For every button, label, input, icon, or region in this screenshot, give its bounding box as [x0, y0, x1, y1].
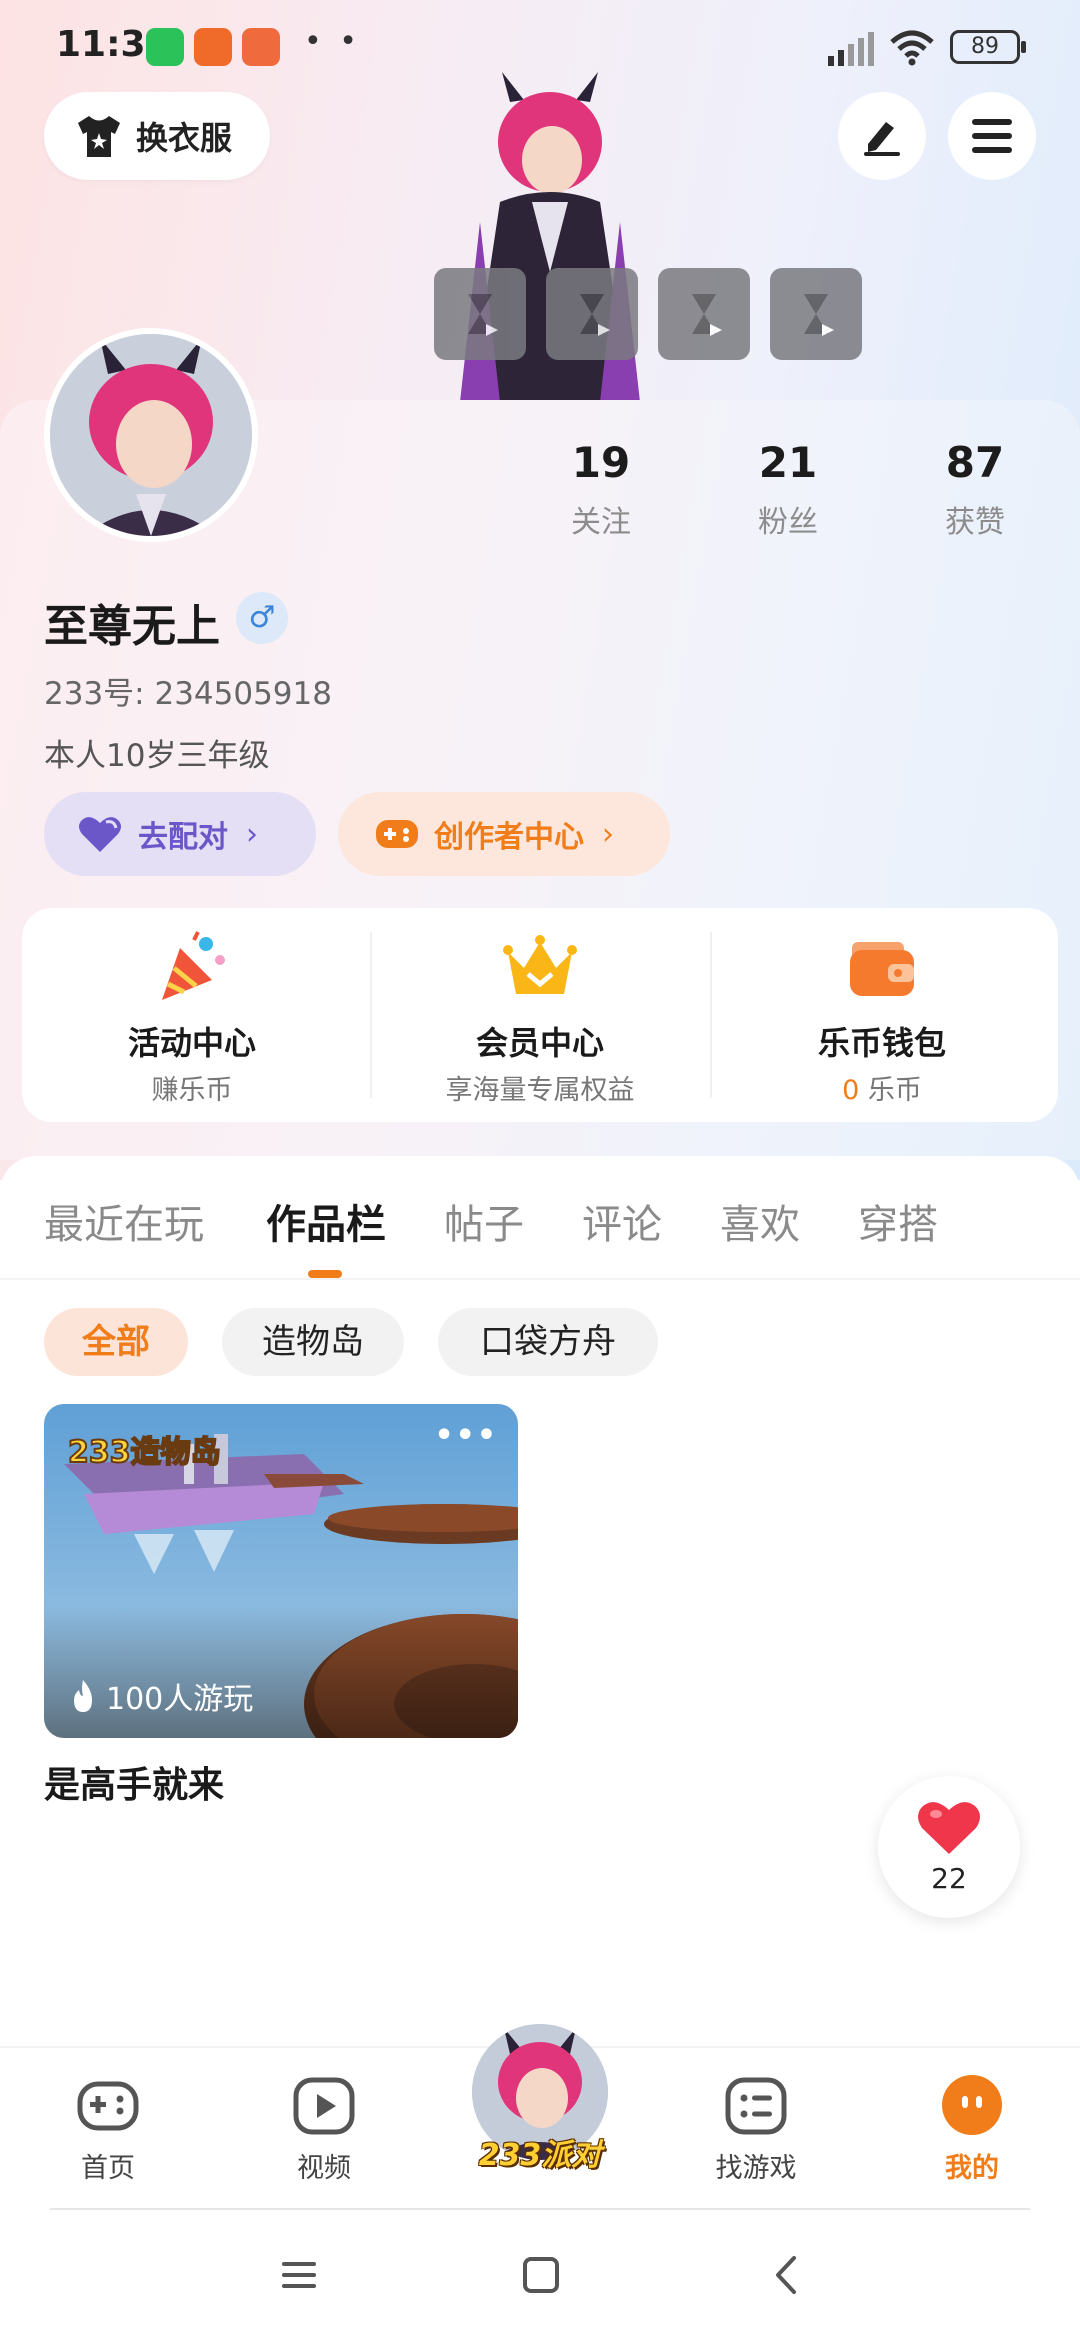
recent-apps-icon[interactable] [274, 2250, 324, 2300]
bio: 本人10岁三年级 [44, 738, 270, 774]
tab-comments[interactable]: 评论 [582, 1192, 662, 1250]
avatar-image [50, 334, 252, 536]
more-options-icon[interactable]: ••• [434, 1418, 498, 1453]
heart-icon [79, 817, 121, 852]
gamepad-icon [376, 820, 418, 848]
like-button[interactable]: 22 [878, 1776, 1020, 1918]
hourglass-play-icon [580, 294, 610, 336]
change-outfit-button[interactable]: 换衣服 [44, 92, 270, 180]
tabs-divider [0, 1278, 1080, 1280]
outfit-video-thumb[interactable] [546, 268, 638, 360]
outfit-video-thumb[interactable] [770, 268, 862, 360]
work-title[interactable]: 是高手就来 [44, 1756, 224, 1808]
male-gender-icon: ♂ [236, 592, 288, 644]
party-popper-icon [162, 931, 225, 1000]
nav-home-label: 首页 [81, 2153, 135, 2184]
nav-find-games-label: 找游戏 [715, 2153, 797, 2184]
wechat-icon [146, 28, 184, 66]
following-count: 19 [571, 438, 631, 487]
nav-me-label: 我的 [945, 2153, 999, 2184]
list-icon [725, 2077, 787, 2135]
face-icon [942, 2075, 1002, 2135]
go-match-label: 去配对 [138, 820, 228, 855]
signal-icon [828, 32, 874, 66]
filter-pocket-ark[interactable]: 口袋方舟 [438, 1308, 658, 1376]
following-stat[interactable]: 19 关注 [526, 438, 676, 541]
wallet-icon [850, 942, 914, 996]
back-icon[interactable] [762, 2250, 812, 2300]
shop-app-icon [194, 28, 232, 66]
hourglass-play-icon [468, 294, 498, 336]
member-center-title: 会员中心 [475, 1024, 604, 1062]
like-count: 22 [931, 1862, 967, 1895]
coin-unit: 乐币 [859, 1075, 922, 1106]
nickname: 至尊无上 [44, 601, 220, 652]
wifi-icon [890, 30, 934, 66]
work-card[interactable]: 233造物岛 ••• 100人游玩 [44, 1404, 518, 1738]
tshirt-icon [78, 116, 120, 157]
feature-card: 活动中心 赚乐币 会员中心 享海量专属权益 乐币钱包 0 乐币 [22, 908, 1058, 1122]
coin-wallet-subtitle: 0 乐币 [712, 1068, 1052, 1107]
party-label[interactable]: 233派对 [470, 2130, 610, 2174]
activity-center-title: 活动中心 [127, 1024, 256, 1062]
notification-app-icon [242, 28, 280, 66]
flame-icon [74, 1680, 92, 1712]
coin-balance: 0 [842, 1075, 860, 1106]
coin-wallet[interactable]: 乐币钱包 0 乐币 [712, 908, 1052, 1122]
tab-posts[interactable]: 帖子 [444, 1192, 524, 1250]
user-id[interactable]: 233号: 234505918 [44, 668, 332, 713]
chevron-right-icon: › [246, 816, 258, 852]
avatar[interactable] [44, 328, 258, 542]
nav-me[interactable]: 我的 [902, 2074, 1042, 2185]
likes-label: 获赞 [945, 505, 1005, 540]
crown-icon [503, 935, 577, 994]
hourglass-play-icon [804, 294, 834, 336]
filter-creation-island[interactable]: 造物岛 [222, 1308, 404, 1376]
tab-likes[interactable]: 喜欢 [720, 1192, 800, 1250]
play-icon [293, 2077, 355, 2135]
following-label: 关注 [571, 505, 631, 540]
menu-button[interactable] [948, 92, 1036, 180]
menu-icon [972, 119, 1012, 153]
gamepad-icon [77, 2081, 139, 2131]
change-outfit-label: 换衣服 [136, 119, 233, 157]
tab-recently-played[interactable]: 最近在玩 [44, 1192, 204, 1250]
outfit-video-thumb[interactable] [658, 268, 750, 360]
outfit-video-thumb[interactable] [434, 268, 526, 360]
nav-video[interactable]: 视频 [254, 2074, 394, 2185]
coin-wallet-title: 乐币钱包 [817, 1024, 946, 1062]
go-match-button[interactable]: 去配对 › [44, 792, 316, 876]
activity-center-subtitle: 赚乐币 [151, 1075, 233, 1106]
member-center-subtitle: 享海量专属权益 [445, 1075, 635, 1106]
play-count-badge: 100人游玩 [68, 1674, 253, 1718]
followers-count: 21 [758, 438, 818, 487]
creator-center-button[interactable]: 创作者中心 › [338, 792, 670, 876]
active-tab-indicator [308, 1270, 342, 1278]
followers-stat[interactable]: 21 粉丝 [713, 438, 863, 541]
followers-label: 粉丝 [758, 505, 818, 540]
battery-indicator: 89 [950, 30, 1026, 64]
likes-count: 87 [945, 438, 1005, 487]
work-logo-text: 233造物岛 [68, 1435, 221, 1470]
chevron-right-icon: › [602, 816, 614, 852]
member-center[interactable]: 会员中心 享海量专属权益 [370, 908, 710, 1122]
filter-all[interactable]: 全部 [44, 1308, 188, 1376]
nav-home[interactable]: 首页 [38, 2074, 178, 2185]
play-count-label: 100人游玩 [106, 1682, 254, 1717]
creator-center-label: 创作者中心 [434, 820, 584, 855]
home-icon[interactable] [516, 2250, 566, 2300]
nav-divider [50, 2208, 1030, 2210]
edit-icon [864, 122, 900, 156]
more-notifications-icon: • • [304, 24, 361, 59]
tab-works[interactable]: 作品栏 [266, 1192, 386, 1250]
likes-stat[interactable]: 87 获赞 [900, 438, 1050, 541]
nav-find-games[interactable]: 找游戏 [686, 2074, 826, 2185]
edit-profile-button[interactable] [838, 92, 926, 180]
heart-icon [918, 1802, 980, 1854]
activity-center[interactable]: 活动中心 赚乐币 [22, 908, 362, 1122]
tab-outfits[interactable]: 穿搭 [858, 1192, 938, 1250]
hourglass-play-icon [692, 294, 722, 336]
nav-video-label: 视频 [297, 2153, 351, 2184]
